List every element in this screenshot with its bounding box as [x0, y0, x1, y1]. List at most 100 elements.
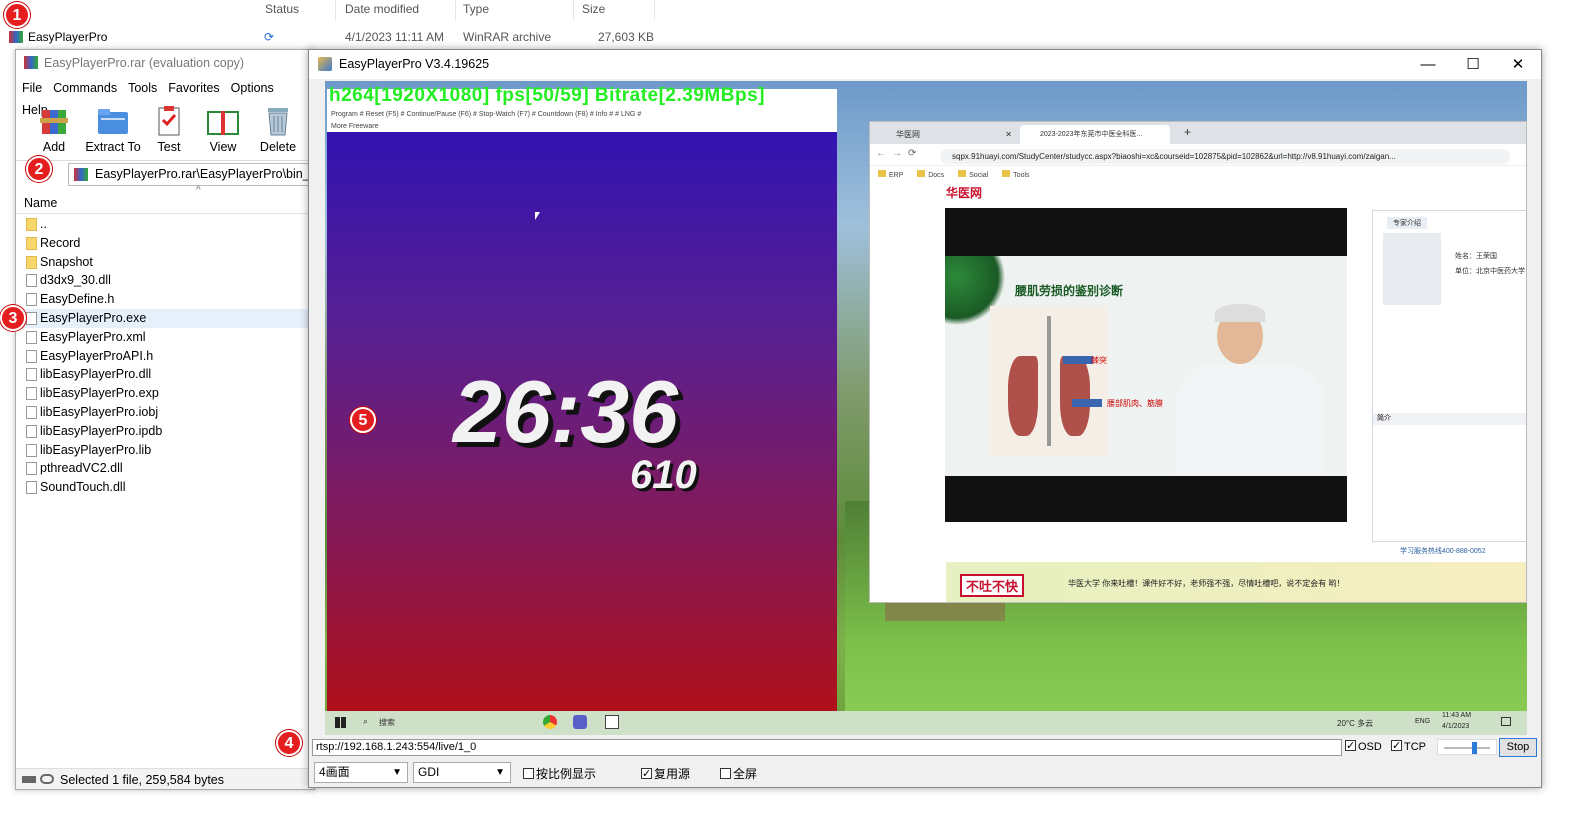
stopwatch-more[interactable]: More Freeware — [331, 123, 378, 130]
slide-title: 腰肌劳损的鉴别诊断 — [1015, 284, 1124, 298]
test-button[interactable]: Test — [141, 104, 197, 156]
stream-url-input[interactable]: rtsp://192.168.1.243:554/live/1_0 — [312, 739, 1342, 756]
video-view[interactable]: Program # Reset (F5) # Continue/Pause (F… — [325, 81, 1527, 735]
view-label: View — [209, 140, 237, 154]
list-item[interactable]: Snapshot — [16, 253, 314, 272]
drive-icon — [22, 776, 36, 783]
extract-to-button[interactable]: Extract To — [83, 104, 143, 156]
browser-tab-1[interactable]: 华医网 ✕ — [876, 126, 1016, 144]
weather[interactable]: 20°C 多云 — [1337, 718, 1373, 729]
add-button[interactable]: Add — [26, 104, 82, 156]
aspect-ratio-checkbox[interactable]: 按比例显示 — [523, 766, 596, 783]
bookmark-docs[interactable]: Docs — [928, 172, 944, 179]
minimize-button[interactable]: — — [1405, 50, 1451, 79]
stopwatch-app-icon[interactable] — [605, 715, 619, 729]
stopwatch-menu[interactable]: Program # Reset (F5) # Continue/Pause (F… — [331, 111, 641, 118]
teams-icon[interactable] — [573, 715, 587, 729]
volume-slider[interactable] — [1437, 739, 1497, 755]
file-name: libEasyPlayerPro.iobj — [40, 405, 159, 419]
list-item[interactable]: libEasyPlayerPro.ipdb — [16, 422, 314, 441]
bookmark-social[interactable]: Social — [969, 172, 988, 179]
lecture-video[interactable]: 腰肌劳损的鉴别诊断 棘突 腰部肌肉、筋膜 — [945, 208, 1347, 522]
nav-back-icon[interactable]: ← — [876, 148, 886, 159]
bookmark-tools[interactable]: Tools — [1013, 172, 1029, 179]
list-item[interactable]: Record — [16, 234, 314, 253]
winrar-titlebar[interactable]: EasyPlayerPro.rar (evaluation copy) — [16, 50, 314, 76]
taskbar-search-icon[interactable]: ⌕ — [363, 716, 368, 727]
explorer-row-name[interactable]: EasyPlayerPro — [28, 30, 107, 44]
column-name-header[interactable]: Name — [16, 192, 314, 214]
layout-select[interactable]: 4画面 ▼ — [314, 762, 408, 783]
fullscreen-label: 全屏 — [733, 767, 758, 781]
list-item[interactable]: libEasyPlayerPro.dll — [16, 365, 314, 384]
list-item[interactable]: EasyDefine.h — [16, 290, 314, 309]
divider — [654, 0, 655, 20]
col-status[interactable]: Status — [265, 2, 299, 16]
language[interactable]: ENG — [1415, 718, 1430, 725]
path-text: EasyPlayerPro.rar\EasyPlayerPro\bin_x64 — [95, 167, 315, 181]
fullscreen-checkbox[interactable]: 全屏 — [720, 766, 757, 783]
label-spinous: 棘突 — [1091, 356, 1107, 365]
feedback-banner[interactable]: 不吐不快 华医大学 你来吐槽！课件好不好，老师强不强，尽情吐槽吧，说不定会有 哟… — [946, 562, 1526, 602]
list-item[interactable]: EasyPlayerProAPI.h — [16, 347, 314, 366]
menu-file[interactable]: File — [22, 77, 42, 99]
osd-checkbox[interactable]: OSD — [1345, 738, 1382, 756]
list-item[interactable]: .. — [16, 215, 314, 234]
stopwatch-ms: 610 — [630, 453, 697, 497]
chrome-icon[interactable] — [543, 715, 557, 729]
bookmarks-bar: ERP Docs Social Tools — [878, 170, 1030, 179]
col-date[interactable]: Date modified — [345, 2, 419, 16]
maximize-button[interactable]: ☐ — [1450, 50, 1496, 79]
player-titlebar[interactable]: EasyPlayerPro V3.4.19625 — [309, 50, 1541, 79]
list-item[interactable]: pthreadVC2.dll — [16, 459, 314, 478]
expert-name: 姓名：王荣国 — [1455, 253, 1497, 260]
browser-address-bar[interactable]: sqpx.91huayi.com/StudyCenter/studycc.asp… — [940, 149, 1510, 164]
clock-date[interactable]: 4/1/2023 — [1442, 723, 1469, 730]
nav-forward-icon[interactable]: → — [892, 148, 902, 159]
col-size[interactable]: Size — [582, 2, 605, 16]
tcp-checkbox[interactable]: TCP — [1391, 738, 1426, 756]
site-logo[interactable]: 华医网 — [946, 184, 982, 201]
view-button[interactable]: View — [195, 104, 251, 156]
tab-close-icon[interactable]: ✕ — [1005, 126, 1012, 144]
notification-icon[interactable] — [1501, 717, 1511, 726]
file-icon — [26, 481, 37, 494]
new-tab-icon[interactable]: + — [1184, 125, 1191, 139]
stopwatch-time: 26:36 — [453, 362, 679, 461]
clock-time[interactable]: 11:43 AM — [1442, 712, 1471, 719]
menu-tools[interactable]: Tools — [128, 77, 157, 99]
stop-button[interactable]: Stop — [1499, 738, 1537, 757]
menu-favorites[interactable]: Favorites — [168, 77, 219, 99]
reload-icon[interactable]: ⟳ — [908, 148, 916, 159]
path-field[interactable]: EasyPlayerPro.rar\EasyPlayerPro\bin_x64 — [68, 163, 315, 186]
list-item-selected[interactable]: EasyPlayerPro.exe — [16, 309, 314, 328]
delete-button[interactable]: Delete — [250, 104, 306, 156]
close-button[interactable]: ✕ — [1495, 50, 1541, 79]
bookmark-erp[interactable]: ERP — [889, 172, 903, 179]
list-item[interactable]: EasyPlayerPro.xml — [16, 328, 314, 347]
divider — [455, 0, 456, 20]
col-type[interactable]: Type — [463, 2, 489, 16]
file-name: Record — [40, 236, 81, 250]
windows-start-icon[interactable] — [335, 717, 346, 728]
file-icon — [26, 425, 37, 438]
menu-options[interactable]: Options — [231, 77, 274, 99]
sync-icon: ⟳ — [264, 30, 275, 44]
reuse-source-checkbox[interactable]: 复用源 — [641, 766, 690, 783]
list-item[interactable]: libEasyPlayerPro.exp — [16, 384, 314, 403]
list-item[interactable]: SoundTouch.dll — [16, 478, 314, 497]
file-name: EasyDefine.h — [40, 292, 115, 306]
expert-tab[interactable]: 专家介绍 — [1387, 217, 1427, 229]
list-item[interactable]: libEasyPlayerPro.lib — [16, 441, 314, 460]
checkbox-mark — [720, 768, 731, 779]
file-name: EasyPlayerProAPI.h — [40, 349, 154, 363]
explorer-row-size: 27,603 KB — [598, 30, 655, 44]
menu-commands[interactable]: Commands — [53, 77, 117, 99]
list-item[interactable]: d3dx9_30.dll — [16, 271, 314, 290]
taskbar-search[interactable]: 搜索 — [379, 717, 395, 728]
render-select[interactable]: GDI ▼ — [413, 762, 511, 783]
browser-tab-2[interactable]: 2023-2023年东莞市中医全科医... — [1020, 125, 1170, 144]
slider-thumb[interactable] — [1472, 742, 1477, 754]
expert-panel: 专家介绍 姓名：王荣国 单位：北京中医药大学 简介 — [1372, 210, 1526, 542]
list-item[interactable]: libEasyPlayerPro.iobj — [16, 403, 314, 422]
